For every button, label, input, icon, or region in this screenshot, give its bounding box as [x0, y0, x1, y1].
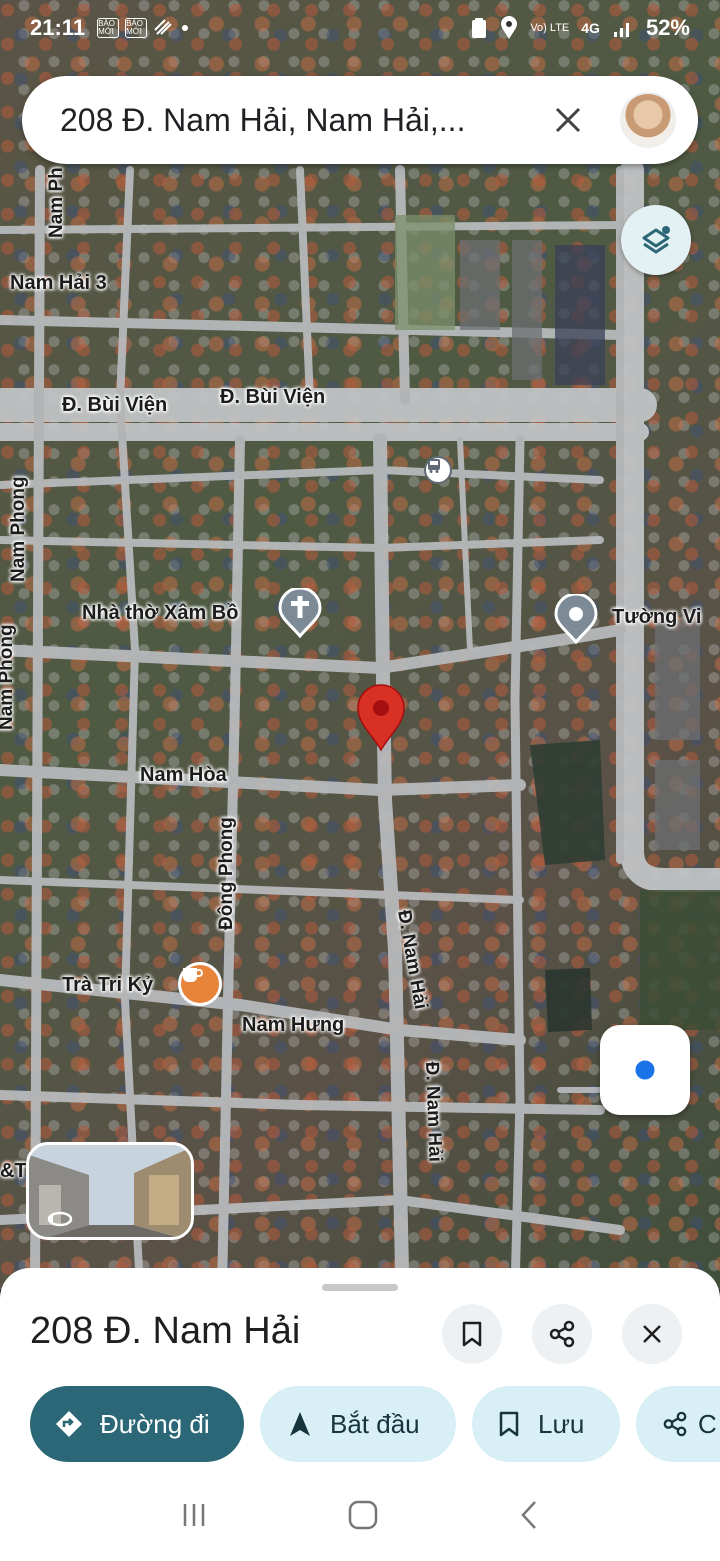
bao-moi-icon: BÁO MỚI: [97, 18, 120, 38]
label-nam-phong-top: Nam Ph: [46, 167, 67, 238]
system-nav-bar: [0, 1468, 720, 1561]
label-nam-hoa: Nam Hòa: [140, 764, 227, 786]
status-right: Vo) LTE 4G 52%: [470, 15, 690, 41]
directions-button[interactable]: Đường đi: [30, 1386, 244, 1462]
share-chip-button[interactable]: C: [636, 1386, 720, 1462]
start-button[interactable]: Bắt đầu: [260, 1386, 456, 1462]
street-view-thumbnail[interactable]: [26, 1142, 194, 1240]
label-nam-hai-lower: Đ. Nam Hải: [421, 1061, 446, 1163]
label-edge-left: &T: [0, 1160, 27, 1182]
directions-icon: [56, 1411, 82, 1437]
label-bui-vien-right: Đ. Bùi Viện: [220, 386, 326, 408]
close-sheet-button[interactable]: [622, 1304, 682, 1364]
bao-moi-icon: BÁO MỚI: [125, 18, 148, 38]
my-location-icon: [632, 1057, 658, 1083]
network-label: 4G: [581, 20, 600, 36]
coffee-cup-icon[interactable]: [178, 962, 222, 1006]
place-title: 208 Đ. Nam Hải: [30, 1310, 301, 1352]
label-nam-phong-low: Nam Phong: [0, 624, 17, 730]
bookmark-icon: [499, 1411, 519, 1437]
label-dong-phong: Đông Phong: [216, 817, 237, 930]
label-nam-hung: Nam Hưng: [242, 1014, 345, 1036]
search-bar[interactable]: 208 Đ. Nam Hải, Nam Hải,...: [22, 76, 698, 164]
search-query[interactable]: 208 Đ. Nam Hải, Nam Hải,...: [60, 102, 530, 139]
status-time: 21:11: [30, 15, 86, 40]
label-bui-vien-left: Đ. Bùi Viện: [62, 394, 168, 416]
location-icon: [501, 16, 518, 39]
share-button[interactable]: [532, 1304, 592, 1364]
share-chip-label: C: [698, 1408, 717, 1439]
battery-percent: 52%: [645, 15, 690, 40]
avatar[interactable]: [620, 92, 676, 148]
label-tra-tri-ky[interactable]: Trà Tri Kỷ: [62, 974, 153, 997]
start-label: Bắt đầu: [330, 1408, 420, 1439]
volte-label: Vo) LTE: [530, 21, 570, 34]
sheet-drag-handle[interactable]: [322, 1284, 398, 1291]
street-view-rotate-icon: [47, 1211, 73, 1227]
share-icon: [663, 1411, 687, 1437]
label-nam-phong-mid: Nam Phong: [8, 476, 29, 582]
label-nam-hai-3: Nam Hải 3: [10, 272, 107, 294]
layers-icon: [642, 226, 670, 254]
notification-icons: BÁO MỚI BÁO MỚI: [97, 18, 189, 38]
back-icon[interactable]: [517, 1499, 541, 1531]
status-bar: 21:11 BÁO MỚI BÁO MỚI Vo) LTE 4G 52%: [0, 0, 720, 56]
bookmark-icon: [462, 1321, 482, 1347]
recent-apps-icon[interactable]: [179, 1500, 209, 1530]
close-icon: [643, 1325, 661, 1343]
clipboard-icon: [472, 18, 487, 38]
close-search-button[interactable]: [548, 100, 588, 140]
label-church[interactable]: Nhà thờ Xâm Bồ: [82, 602, 238, 625]
directions-label: Đường đi: [100, 1408, 210, 1439]
save-button[interactable]: Lưu: [472, 1386, 620, 1462]
place-icon[interactable]: [554, 594, 598, 644]
signal-icon: [613, 23, 629, 37]
home-icon[interactable]: [347, 1499, 379, 1531]
navigation-arrow-icon: [290, 1412, 310, 1436]
dot-icon: [182, 25, 189, 31]
share-icon: [549, 1320, 575, 1348]
data-saver-icon: [154, 19, 172, 35]
bookmark-button[interactable]: [442, 1304, 502, 1364]
save-label: Lưu: [538, 1408, 585, 1439]
my-location-button[interactable]: [600, 1025, 690, 1115]
red-location-pin[interactable]: [356, 684, 406, 752]
bus-stop-icon[interactable]: [424, 456, 452, 484]
label-tuong-vi[interactable]: Tường Vi: [612, 606, 701, 629]
place-bottom-sheet[interactable]: 208 Đ. Nam Hải Đường đi Bắt đầu Lưu C: [0, 1268, 720, 1561]
close-icon: [555, 107, 581, 133]
church-cross-icon[interactable]: [278, 588, 322, 638]
layers-button[interactable]: [621, 205, 691, 275]
